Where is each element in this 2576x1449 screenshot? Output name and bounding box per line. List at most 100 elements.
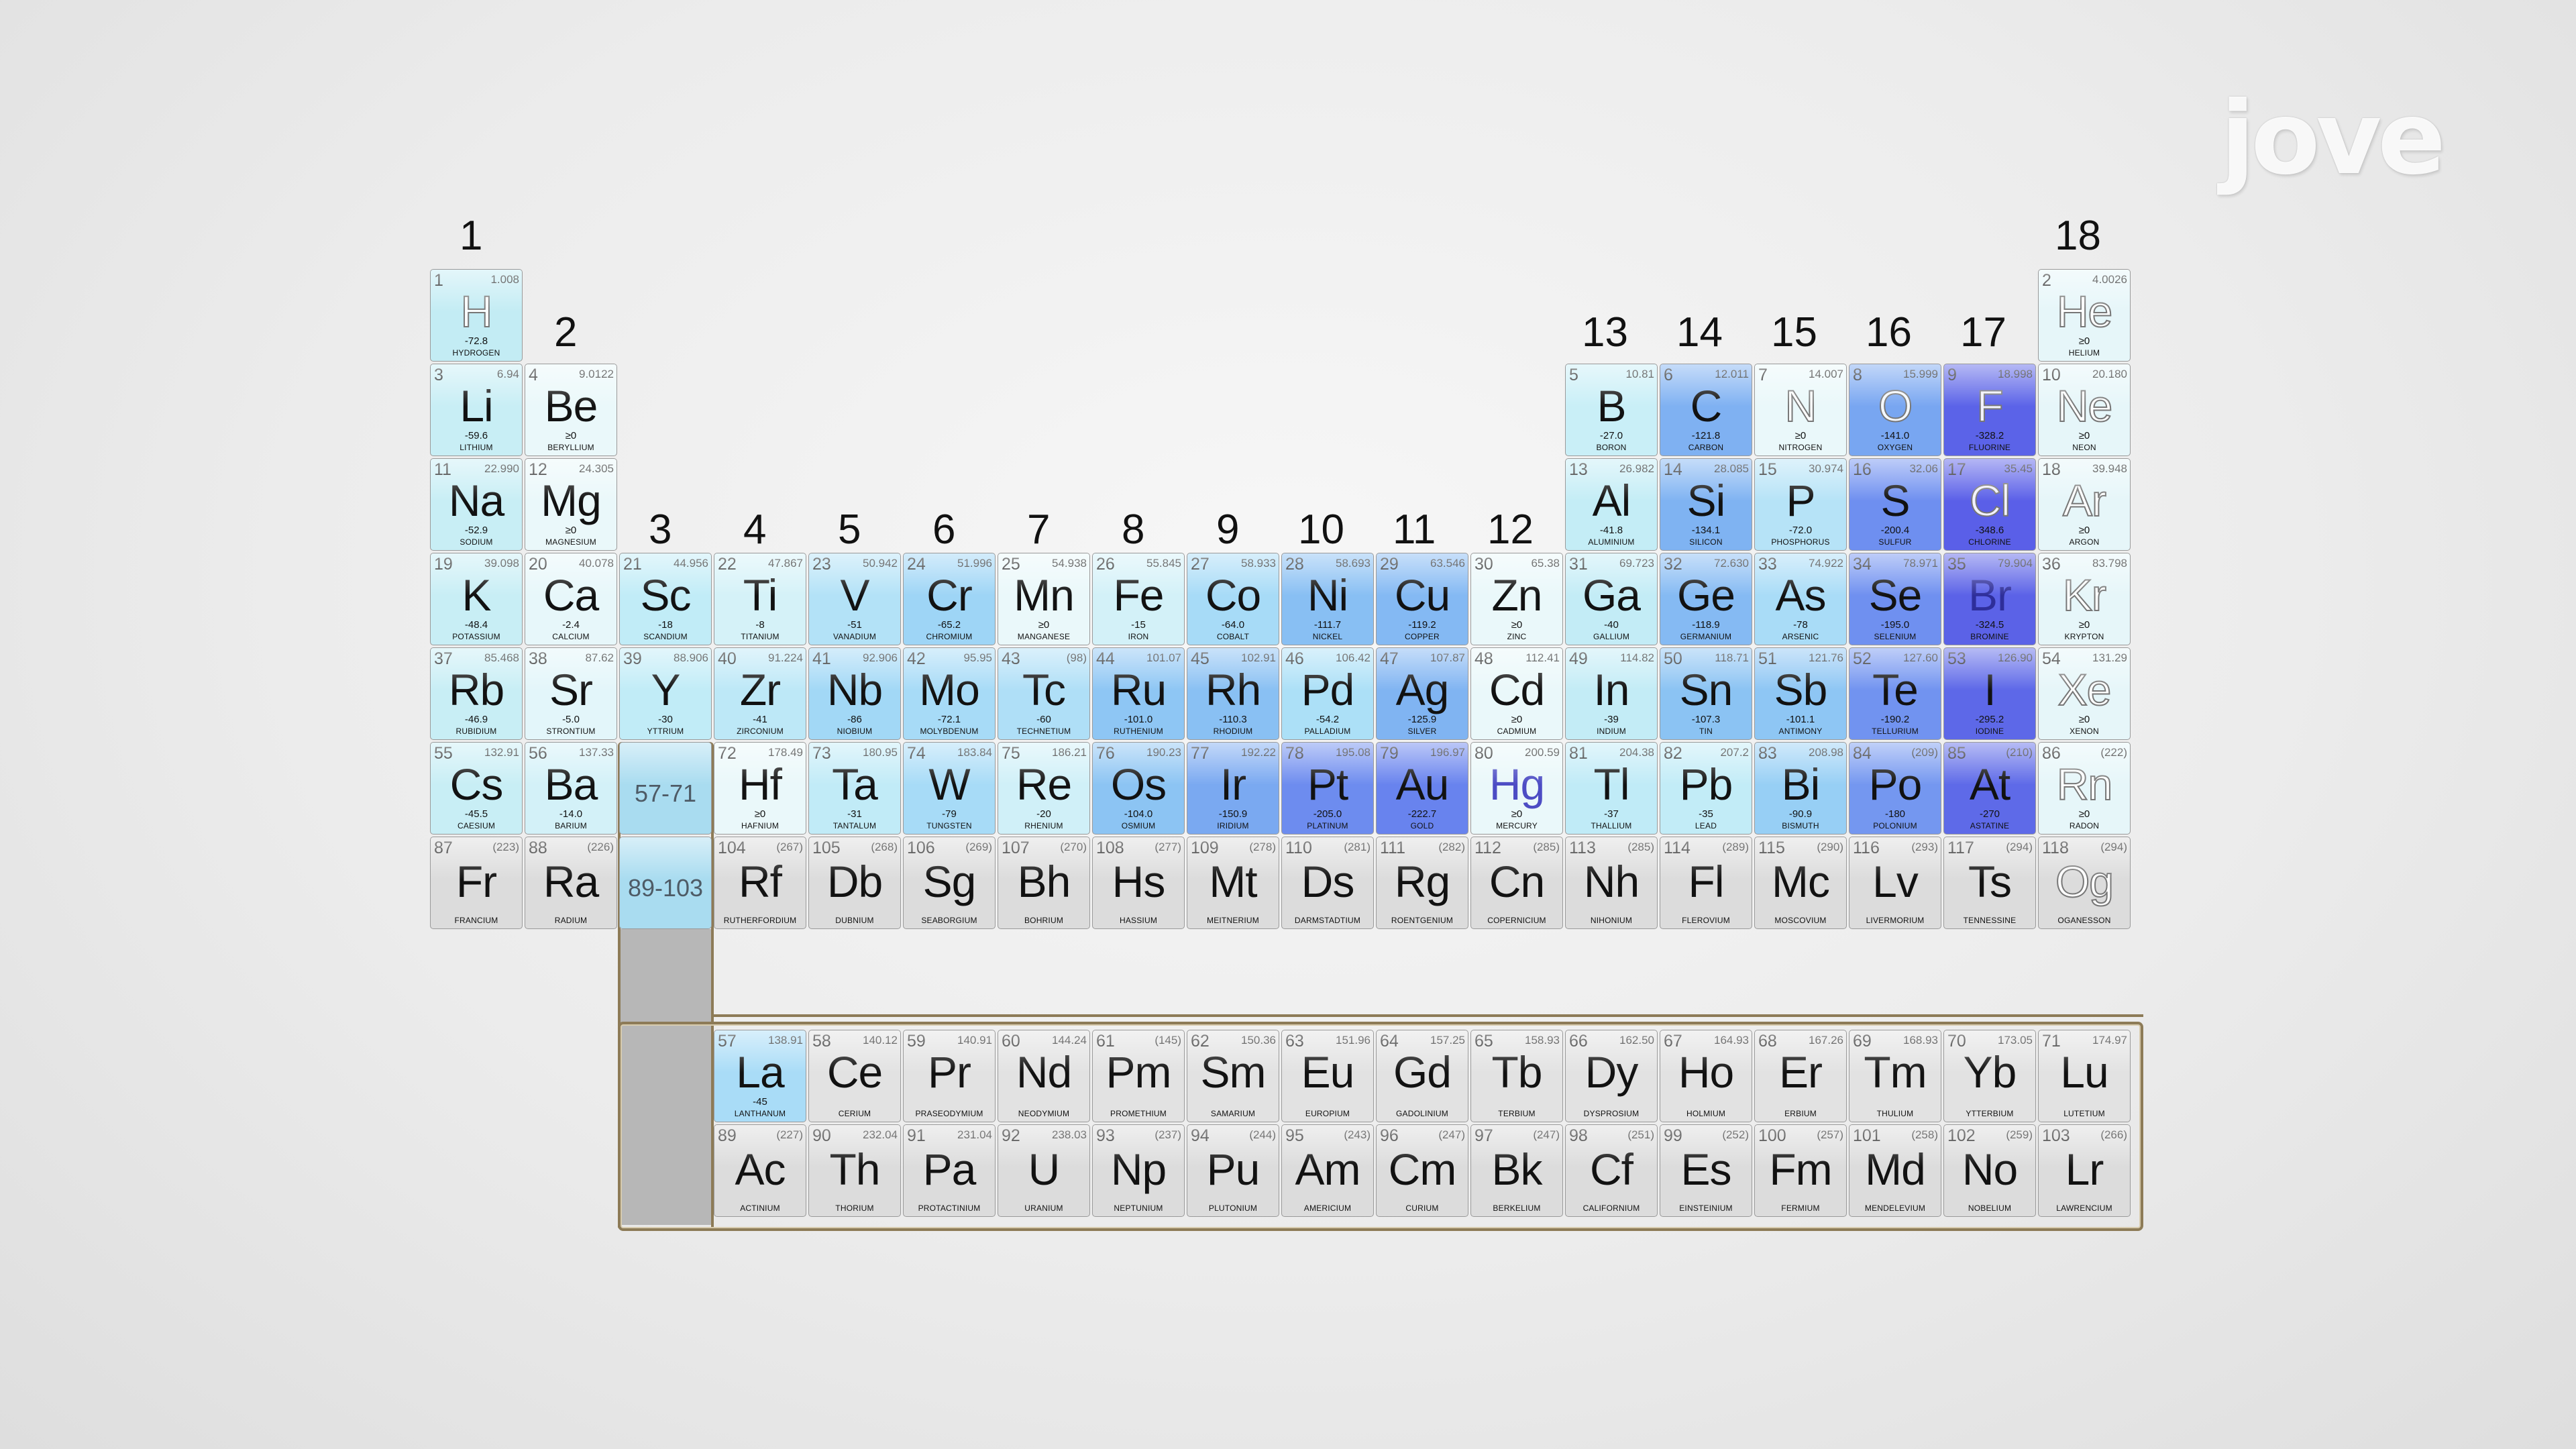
atomic-number: 113 [1569, 839, 1596, 857]
atomic-mass: (247) [1533, 1128, 1560, 1141]
element-symbol: Co [1205, 570, 1261, 620]
atomic-number: 109 [1191, 839, 1219, 857]
element-cell-rb: 37 85.468 Rb -46.9 RUBIDIUM [430, 647, 523, 740]
element-name: GADOLINIUM [1395, 1109, 1448, 1118]
atomic-mass: 30.974 [1809, 462, 1843, 475]
group-label-11: 11 [1393, 506, 1436, 553]
atomic-mass: 1.008 [490, 273, 519, 286]
element-name: BORON [1596, 443, 1627, 452]
electron-affinity: ≥0 [2078, 619, 2090, 631]
atomic-mass: 192.22 [1241, 746, 1276, 759]
element-symbol: Bk [1491, 1144, 1542, 1194]
element-symbol: Os [1110, 759, 1167, 809]
element-symbol: Re [1016, 759, 1072, 809]
element-cell-co: 27 58.933 Co -64.0 COBALT [1187, 553, 1279, 645]
atomic-mass: 164.93 [1714, 1034, 1749, 1046]
element-symbol: K [462, 570, 491, 620]
atomic-mass: (268) [871, 841, 898, 853]
atomic-mass: 18.998 [1998, 368, 2033, 380]
element-cell-tm: 69 168.93 Tm THULIUM [1849, 1030, 1941, 1122]
element-symbol: H [460, 286, 494, 336]
element-cell-os: 76 190.23 Os -104.0 OSMIUM [1092, 742, 1185, 835]
element-name: OXYGEN [1877, 443, 1913, 452]
electron-affinity: -86 [847, 714, 862, 725]
atomic-mass: 126.90 [1998, 651, 2033, 664]
atomic-mass: (243) [1344, 1128, 1371, 1141]
element-name: NIHONIUM [1590, 916, 1633, 925]
element-symbol: Pu [1206, 1144, 1260, 1194]
element-cell-po: 84 (209) Po -180 POLONIUM [1849, 742, 1941, 835]
electron-affinity: -205.0 [1313, 808, 1342, 820]
atomic-number: 117 [1947, 839, 1974, 857]
electron-affinity: -45.5 [464, 808, 488, 820]
atomic-mass: 39.098 [484, 557, 519, 570]
series-placeholder: 89-103 [619, 837, 712, 929]
element-symbol: Ac [735, 1144, 786, 1194]
element-symbol: No [1962, 1144, 2018, 1194]
atomic-mass: 157.25 [1430, 1034, 1465, 1046]
element-name: HAFNIUM [741, 821, 780, 830]
element-name: YTTRIUM [647, 727, 684, 736]
element-symbol: In [1593, 665, 1629, 714]
electron-affinity: -27.0 [1599, 430, 1623, 441]
placeholder-range: 89-103 [627, 874, 704, 902]
element-name: VANADIUM [833, 632, 877, 641]
element-symbol: Np [1110, 1144, 1167, 1194]
atomic-mass: 106.42 [1336, 651, 1371, 664]
element-symbol: Sr [549, 665, 593, 714]
atomic-mass: 69.723 [1619, 557, 1654, 570]
element-name: THULIUM [1876, 1109, 1914, 1118]
atomic-mass: 26.982 [1619, 462, 1654, 475]
electron-affinity: -51 [847, 619, 862, 631]
atomic-number: 87 [434, 839, 453, 857]
element-name: ERBIUM [1784, 1109, 1817, 1118]
atomic-mass: 51.996 [957, 557, 992, 570]
element-cell-ho: 67 164.93 Ho HOLMIUM [1660, 1030, 1752, 1122]
atomic-mass: (259) [2006, 1128, 2033, 1141]
element-symbol: Sb [1774, 665, 1828, 714]
atomic-number: 91 [907, 1126, 926, 1145]
element-cell-re: 75 186.21 Re -20 RHENIUM [998, 742, 1090, 835]
atomic-mass: 200.59 [1525, 746, 1560, 759]
element-name: BROMINE [1970, 632, 2009, 641]
atomic-mass: 44.956 [674, 557, 708, 570]
element-cell-ts: 117 (294) Ts TENNESSINE [1943, 837, 2036, 929]
electron-affinity: -64.0 [1221, 619, 1245, 631]
element-cell-rn: 86 (222) Rn ≥0 RADON [2038, 742, 2131, 835]
element-symbol: Zr [739, 665, 781, 714]
element-symbol: Ti [743, 570, 778, 620]
electron-affinity: -18 [658, 619, 673, 631]
group-label-7: 7 [1027, 506, 1051, 553]
atomic-mass: 83.798 [2092, 557, 2127, 570]
group-label-18: 18 [2055, 213, 2101, 259]
atomic-mass: (223) [492, 841, 519, 853]
element-symbol: Y [651, 665, 680, 714]
electron-affinity: -134.1 [1691, 525, 1721, 536]
element-name: MOSCOVIUM [1774, 916, 1827, 925]
element-name: IODINE [1975, 727, 2004, 736]
atomic-mass: 158.93 [1525, 1034, 1560, 1046]
atomic-number: 90 [812, 1126, 831, 1145]
element-name: PRASEODYMIUM [915, 1109, 983, 1118]
atomic-mass: 91.224 [768, 651, 803, 664]
electron-affinity: -72.8 [464, 335, 488, 347]
element-cell-og: 118 (294) Og OGANESSON [2038, 837, 2131, 929]
atomic-mass: 121.76 [1809, 651, 1843, 664]
element-symbol: Tl [1593, 759, 1630, 809]
element-symbol: Mg [541, 476, 602, 525]
element-cell-fr: 87 (223) Fr FRANCIUM [430, 837, 523, 929]
element-cell-bi: 83 208.98 Bi -90.9 BISMUTH [1754, 742, 1847, 835]
element-name: TELLURIUM [1872, 727, 1919, 736]
element-name: THALLIUM [1591, 821, 1632, 830]
electron-affinity: -90.9 [1788, 808, 1813, 820]
atomic-mass: 35.45 [2004, 462, 2033, 475]
element-symbol: Ru [1110, 665, 1167, 714]
element-name: MOLYBDENUM [920, 727, 979, 736]
element-cell-sm: 62 150.36 Sm SAMARIUM [1187, 1030, 1279, 1122]
element-symbol: Fl [1688, 857, 1725, 906]
atomic-mass: (278) [1249, 841, 1276, 853]
element-symbol: Na [448, 476, 504, 525]
element-cell-ga: 31 69.723 Ga -40 GALLIUM [1565, 553, 1658, 645]
element-name: ZINC [1507, 632, 1527, 641]
element-name: HOLMIUM [1686, 1109, 1726, 1118]
